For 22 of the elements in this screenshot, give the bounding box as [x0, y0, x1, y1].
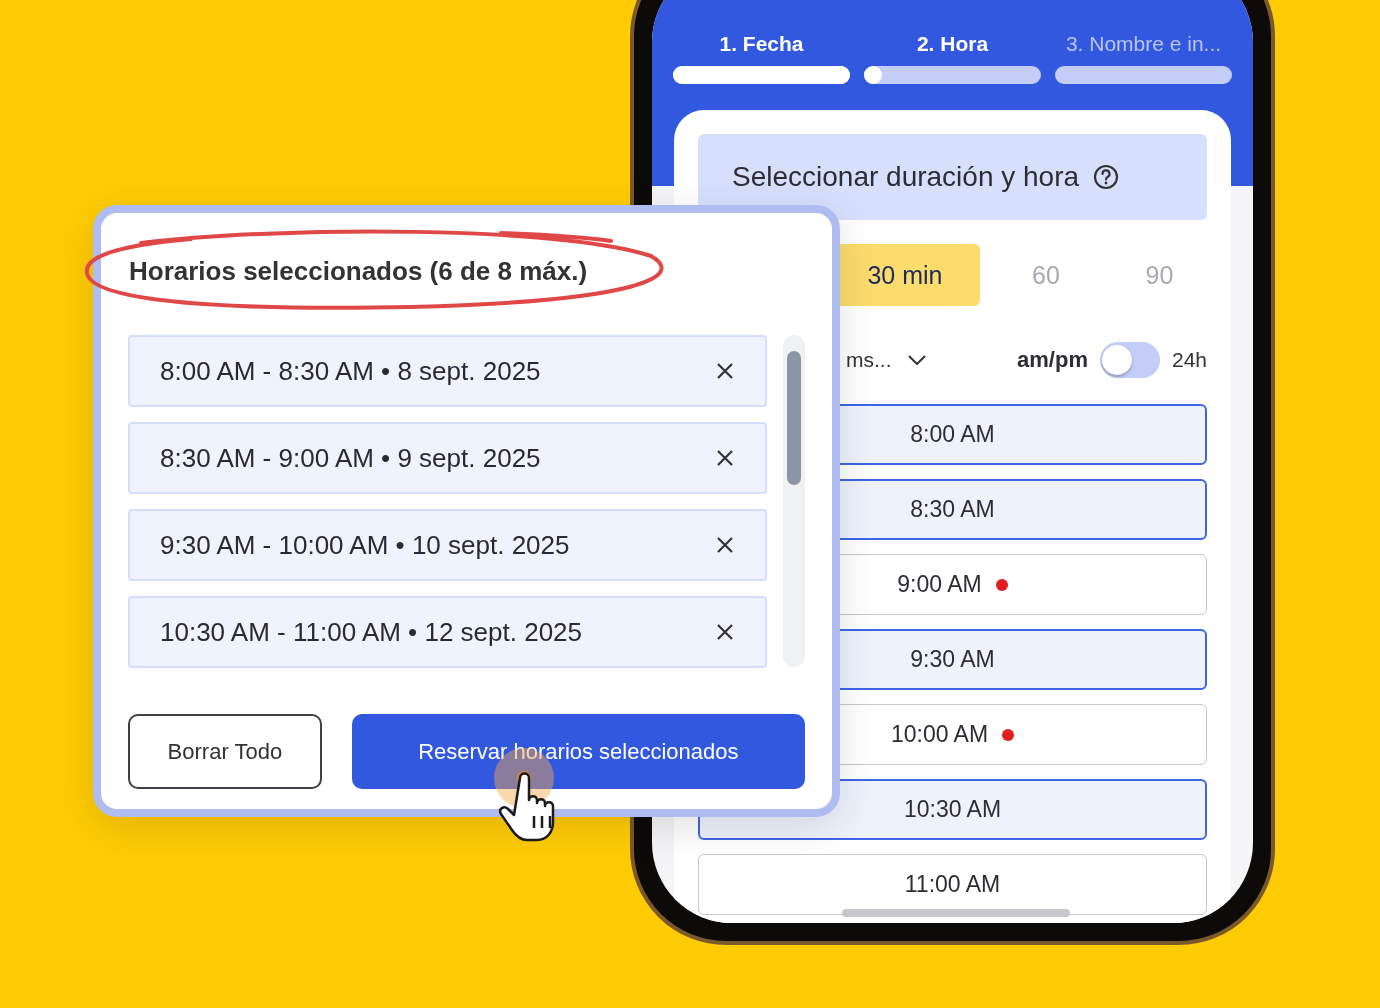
format-label: 24h [1171, 348, 1207, 372]
timezone-dropdown[interactable]: ms... [846, 348, 926, 372]
scrollbar-thumb[interactable] [787, 351, 802, 485]
reserve-button[interactable]: Reservar horarios seleccionados [351, 714, 805, 789]
step-label[interactable]: 2. Hora [916, 32, 989, 56]
slot-text: 8:00 AM - 8:30 AM • 8 sept. 2025 [160, 355, 542, 387]
slot-text: 9:30 AM - 10:00 AM • 10 sept. 2025 [160, 529, 571, 561]
close-icon[interactable] [715, 622, 736, 642]
close-icon[interactable] [715, 535, 736, 555]
clear-all-button[interactable]: Borrar Todo [128, 714, 322, 789]
step-label[interactable]: 1. Fecha [719, 32, 804, 56]
slot-text: 8:30 AM - 9:00 AM • 9 sept. 2025 [160, 442, 542, 474]
format-label: am/pm [1017, 347, 1088, 373]
close-icon[interactable] [715, 448, 736, 468]
time-slot[interactable]: 11:00 AM [698, 854, 1207, 915]
format-toggle[interactable] [1099, 342, 1160, 378]
close-icon[interactable] [715, 361, 736, 381]
chevron-down-icon [907, 355, 926, 365]
help-icon[interactable] [1093, 164, 1120, 190]
slot-text: 10:30 AM - 11:00 AM • 12 sept. 2025 [160, 616, 583, 648]
card-title: Horarios seleccionados (6 de 8 máx.) [129, 255, 588, 288]
panel-title: Seleccionar duración y hora [732, 161, 1080, 193]
